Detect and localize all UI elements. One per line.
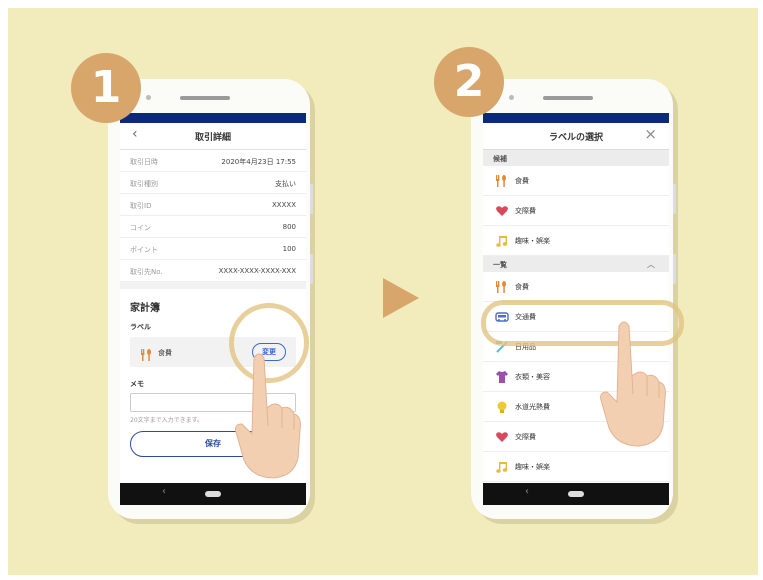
label-option[interactable]: 趣味・娯楽 [483,226,669,256]
label-option[interactable]: 食費 [483,272,669,302]
option-label: 食費 [515,283,529,291]
detail-key: ポイント [130,246,158,254]
label-option[interactable]: 交際費 [483,196,669,226]
label-option[interactable]: 趣味・娯楽 [483,452,669,482]
detail-key: 取引日時 [130,158,158,166]
heart-icon [496,206,508,216]
fork-knife-icon [140,346,154,365]
option-label: 趣味・娯楽 [515,463,550,471]
close-icon[interactable]: × [644,125,657,143]
option-label: 食費 [515,177,529,185]
fork-knife-icon [496,281,506,293]
detail-row: 取引先No. XXXX-XXXX-XXXX-XXX [120,260,306,282]
nav-home-icon[interactable] [568,491,584,497]
list-section-header[interactable]: 一覧 ︿ [483,256,669,272]
heart-icon [496,432,508,442]
label-option[interactable]: 食費 [483,166,669,196]
pointing-hand-icon [235,353,301,479]
phone-right: ラベルの選択 × 候補 食費 交際費 趣味・娯楽 一覧︿ 食費 交通費 日用品 [471,79,676,519]
modal-title: ラベルの選択 [548,133,603,143]
candidates-heading: 候補 [493,155,507,163]
speaker-icon [180,96,230,100]
pointing-hand-icon [600,321,666,447]
next-step-arrow-icon [383,278,419,318]
page-title: 取引詳細 [194,133,231,143]
option-label: 交際費 [515,207,536,215]
step-one-badge: 1 [71,53,141,123]
detail-value: 100 [282,245,296,253]
detail-row: 取引種別 支払い [120,172,306,194]
detail-value: XXXXX [272,201,296,209]
lightbulb-icon [497,401,507,413]
option-label: 趣味・娯楽 [515,237,550,245]
camera-icon [146,95,151,100]
detail-key: コイン [130,224,151,232]
option-label: 交際費 [515,433,536,441]
transaction-details: 取引日時 2020年4月23日 17:55 取引種別 支払い 取引ID XXXXX コ… [120,150,306,282]
option-label: 水道光熱費 [515,403,550,411]
detail-row: コイン 800 [120,216,306,238]
side-button [673,254,676,284]
android-nav-bar: ‹ [120,483,306,505]
detail-key: 取引種別 [130,180,158,188]
section-divider [120,282,306,289]
detail-row: ポイント 100 [120,238,306,260]
candidates-section-header: 候補 [483,150,669,166]
modal-header: ラベルの選択 × [483,123,669,150]
detail-row: 取引ID XXXXX [120,194,306,216]
nav-back-icon[interactable]: ‹ [525,486,529,497]
detail-row: 取引日時 2020年4月23日 17:55 [120,150,306,172]
nav-back-icon[interactable]: ‹ [162,486,166,497]
music-note-icon [496,462,508,473]
current-label-text: 食費 [158,349,172,357]
side-button [310,184,313,214]
android-nav-bar: ‹ [483,483,669,505]
fork-knife-icon [496,175,506,187]
nav-home-icon[interactable] [205,491,221,497]
detail-value: XXXX-XXXX-XXXX-XXX [218,267,296,275]
shirt-icon [496,371,508,383]
detail-value: 2020年4月23日 17:55 [221,158,296,166]
status-bar [120,113,306,123]
side-button [310,254,313,284]
detail-key: 取引ID [130,202,152,210]
option-label: 衣類・美容 [515,373,550,381]
music-note-icon [496,236,508,247]
status-bar [483,113,669,123]
list-heading: 一覧 [493,261,507,269]
camera-icon [509,95,514,100]
detail-value: 800 [282,223,296,231]
chevron-up-icon[interactable]: ︿ [647,259,655,270]
detail-key: 取引先No. [130,268,163,276]
step-two-badge: 2 [434,47,504,117]
speaker-icon [543,96,593,100]
side-button [673,184,676,214]
detail-value: 支払い [275,180,296,188]
app-header: ‹ 取引詳細 [120,123,306,150]
